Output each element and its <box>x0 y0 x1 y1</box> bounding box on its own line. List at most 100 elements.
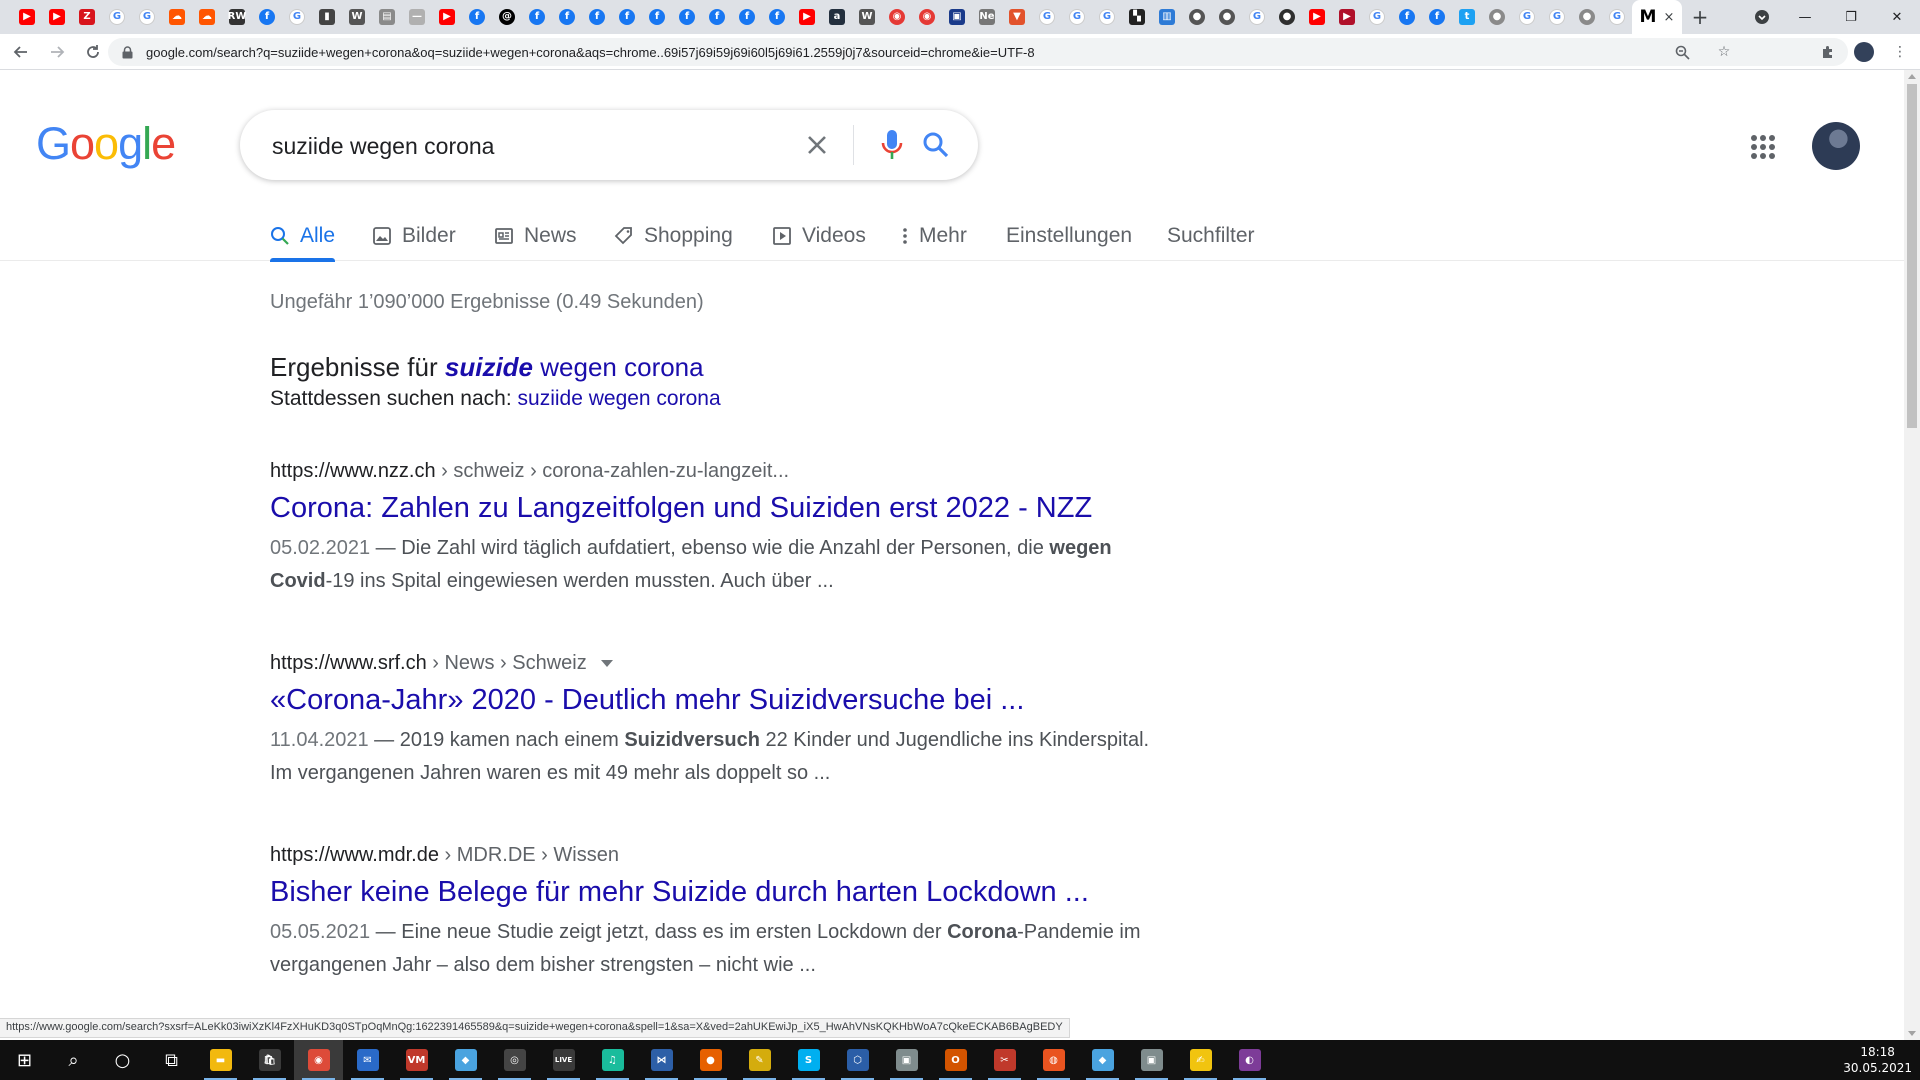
pinned-tab[interactable]: G <box>102 0 132 34</box>
lock-icon[interactable] <box>120 45 134 59</box>
result-title-link[interactable]: Corona: Zahlen zu Langzeitfolgen und Sui… <box>270 492 1170 525</box>
pinned-tab[interactable]: ● <box>1272 0 1302 34</box>
taskbar-cortana[interactable]: ○ <box>98 1040 147 1080</box>
result-title-link[interactable]: «Corona-Jahr» 2020 - Deutlich mehr Suizi… <box>270 684 1170 717</box>
taskbar-virtualbox[interactable]: ⬡ <box>833 1040 882 1080</box>
taskbar-chat-bubble[interactable]: ◆ <box>1078 1040 1127 1080</box>
pinned-tab[interactable]: G <box>1242 0 1272 34</box>
result-url[interactable]: https://www.mdr.de › MDR.DE › Wissen <box>270 844 1170 867</box>
tab-shopping[interactable]: Shopping <box>614 210 733 261</box>
taskbar-skype[interactable]: S <box>784 1040 833 1080</box>
tab-einstellungen[interactable]: Einstellungen <box>1006 210 1132 261</box>
google-apps-button[interactable] <box>1750 134 1776 160</box>
restore-button[interactable]: ❐ <box>1828 0 1874 34</box>
pinned-tab[interactable]: ☁ <box>162 0 192 34</box>
taskbar-store[interactable]: 🛍 <box>245 1040 294 1080</box>
pinned-tab[interactable]: Z <box>72 0 102 34</box>
pinned-tab[interactable]: ▼ <box>1002 0 1032 34</box>
pinned-tab[interactable]: ▚ <box>1122 0 1152 34</box>
pinned-tab[interactable]: W <box>852 0 882 34</box>
pinned-tab[interactable]: f <box>612 0 642 34</box>
pinned-tab[interactable]: ☁ <box>192 0 222 34</box>
pinned-tab[interactable]: f <box>1422 0 1452 34</box>
page-scrollbar[interactable] <box>1904 70 1920 1040</box>
tab-news[interactable]: News <box>494 210 577 261</box>
pinned-tab[interactable]: ◉ <box>882 0 912 34</box>
tab-videos[interactable]: Videos <box>772 210 866 261</box>
pinned-tab[interactable]: ▣ <box>942 0 972 34</box>
zoom-icon[interactable] <box>1668 38 1696 66</box>
taskbar-app-window[interactable]: ▣ <box>882 1040 931 1080</box>
tab-search-button[interactable] <box>1742 0 1782 34</box>
corrected-query-link[interactable]: suizide wegen corona <box>445 352 704 382</box>
pinned-tab[interactable]: f <box>522 0 552 34</box>
search-input[interactable]: suziide wegen corona <box>272 133 494 160</box>
pinned-tab[interactable]: G <box>1032 0 1062 34</box>
taskbar-notes[interactable]: ✍ <box>1176 1040 1225 1080</box>
pinned-tab[interactable]: Ne <box>972 0 1002 34</box>
account-avatar[interactable] <box>1812 122 1860 170</box>
google-logo[interactable]: Google <box>36 118 176 170</box>
pinned-tab[interactable]: ▤ <box>372 0 402 34</box>
tab-alle[interactable]: Alle <box>270 210 336 262</box>
pinned-tab[interactable]: RW <box>222 0 252 34</box>
url-text[interactable]: google.com/search?q=suziide+wegen+corona… <box>146 45 1035 60</box>
forward-button[interactable] <box>42 37 72 67</box>
clear-search-button[interactable] <box>797 125 837 165</box>
pinned-tab[interactable]: f <box>462 0 492 34</box>
taskbar-live[interactable]: LIVE <box>539 1040 588 1080</box>
pinned-tab[interactable]: f <box>702 0 732 34</box>
taskbar-pen[interactable]: ✎ <box>735 1040 784 1080</box>
pinned-tab[interactable]: G <box>132 0 162 34</box>
pinned-tab[interactable]: W <box>342 0 372 34</box>
back-button[interactable] <box>6 37 36 67</box>
reload-button[interactable] <box>78 37 108 67</box>
pinned-tab[interactable]: ▶ <box>1332 0 1362 34</box>
pinned-tab[interactable]: f <box>1392 0 1422 34</box>
taskbar-app-window[interactable]: ▣ <box>1127 1040 1176 1080</box>
pinned-tab[interactable]: G <box>1602 0 1632 34</box>
pinned-tab[interactable]: ▶ <box>12 0 42 34</box>
taskbar-obs[interactable]: ◎ <box>490 1040 539 1080</box>
pinned-tab[interactable]: ● <box>1182 0 1212 34</box>
taskbar-task-view[interactable]: ⧉ <box>147 1040 196 1080</box>
pinned-tab[interactable]: ▮ <box>312 0 342 34</box>
tab-close-button[interactable]: × <box>1664 10 1675 25</box>
tab-active[interactable]: M × <box>1632 0 1682 34</box>
minimize-button[interactable]: — <box>1782 0 1828 34</box>
pinned-tab[interactable]: ▶ <box>1302 0 1332 34</box>
result-menu-caret-icon[interactable] <box>600 660 613 667</box>
pinned-tab[interactable]: @ <box>492 0 522 34</box>
pinned-tab[interactable]: — <box>402 0 432 34</box>
taskbar-audio-app[interactable]: ♫ <box>588 1040 637 1080</box>
pinned-tab[interactable]: t <box>1452 0 1482 34</box>
taskbar-chat-bubble[interactable]: ◆ <box>441 1040 490 1080</box>
pinned-tab[interactable]: f <box>252 0 282 34</box>
taskbar-tor[interactable]: ◐ <box>1225 1040 1274 1080</box>
scroll-down-arrow[interactable] <box>1908 1031 1916 1036</box>
pinned-tab[interactable]: G <box>282 0 312 34</box>
pinned-tab[interactable]: f <box>672 0 702 34</box>
taskbar-search[interactable]: ⌕ <box>49 1040 98 1080</box>
pinned-tab[interactable]: ● <box>1572 0 1602 34</box>
pinned-tab[interactable]: ● <box>1482 0 1512 34</box>
pinned-tab[interactable]: ▶ <box>42 0 72 34</box>
taskbar-tool[interactable]: ✂ <box>980 1040 1029 1080</box>
pinned-tab[interactable]: ◉ <box>912 0 942 34</box>
pinned-tab[interactable]: G <box>1062 0 1092 34</box>
taskbar-chrome[interactable]: ◉ <box>294 1040 343 1080</box>
pinned-tab[interactable]: G <box>1542 0 1572 34</box>
pinned-tab[interactable]: a <box>822 0 852 34</box>
pinned-tab[interactable]: f <box>552 0 582 34</box>
address-bar[interactable]: google.com/search?q=suziide+wegen+corona… <box>108 38 1848 66</box>
taskbar-windows-start[interactable]: ⊞ <box>0 1040 49 1080</box>
pinned-tab[interactable]: G <box>1362 0 1392 34</box>
taskbar-firefox[interactable]: ● <box>686 1040 735 1080</box>
taskbar-thunderbird[interactable]: ✉ <box>343 1040 392 1080</box>
voice-search-button[interactable] <box>872 125 912 165</box>
close-window-button[interactable]: ✕ <box>1874 0 1920 34</box>
pinned-tab[interactable]: G <box>1512 0 1542 34</box>
taskbar-ubuntu[interactable]: ◍ <box>1029 1040 1078 1080</box>
search-instead-link[interactable]: suziide wegen corona <box>518 387 721 410</box>
system-clock[interactable]: 18:18 30.05.2021 <box>1843 1044 1912 1076</box>
